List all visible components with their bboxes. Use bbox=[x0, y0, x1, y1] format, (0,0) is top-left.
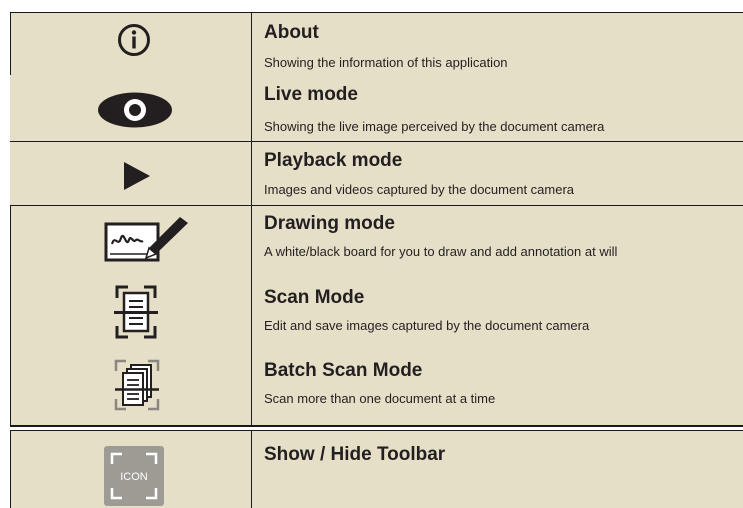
live-mode-row[interactable]: Live mode Showing the live image perceiv… bbox=[10, 75, 743, 141]
item-title: Scan Mode bbox=[264, 287, 365, 308]
item-description: A white/black board for you to draw and … bbox=[264, 244, 618, 259]
scan-mode-icon-cell bbox=[10, 272, 251, 347]
playback-mode-icon-cell bbox=[10, 142, 251, 205]
toolbar-placeholder-icon: ICON bbox=[104, 446, 164, 506]
item-description: Scan more than one document at a time bbox=[264, 391, 496, 406]
item-title: Batch Scan Mode bbox=[264, 360, 423, 381]
eye-icon bbox=[98, 92, 172, 128]
about-row[interactable]: About Showing the information of this ap… bbox=[10, 13, 743, 75]
mode-table: About Showing the information of this ap… bbox=[10, 12, 743, 427]
batch-scan-mode-row[interactable]: Batch Scan Mode Scan more than one docum… bbox=[10, 347, 743, 425]
info-icon bbox=[118, 24, 150, 56]
about-icon-cell bbox=[10, 13, 251, 75]
item-description: Showing the live image perceived by the … bbox=[264, 119, 605, 134]
batch-scan-icon bbox=[114, 359, 160, 411]
live-mode-icon-cell bbox=[10, 75, 251, 141]
scan-document-icon bbox=[114, 285, 158, 339]
show-hide-toolbar-row[interactable]: ICON Show / Hide Toolbar bbox=[10, 431, 743, 508]
item-title: About bbox=[264, 22, 319, 43]
drawing-mode-icon-cell bbox=[10, 206, 251, 272]
item-title: Show / Hide Toolbar bbox=[264, 444, 446, 465]
item-description: Images and videos captured by the docume… bbox=[264, 182, 575, 197]
drawing-mode-row[interactable]: Drawing mode A white/black board for you… bbox=[10, 206, 743, 272]
playback-mode-row[interactable]: Playback mode Images and videos captured… bbox=[10, 142, 743, 205]
item-description: Showing the information of this applicat… bbox=[264, 55, 508, 70]
toolbar-table: ICON Show / Hide Toolbar bbox=[10, 430, 743, 508]
scan-mode-row[interactable]: Scan Mode Edit and save images captured … bbox=[10, 272, 743, 347]
batch-scan-mode-icon-cell bbox=[10, 347, 251, 425]
icon-placeholder-label: ICON bbox=[120, 471, 148, 483]
toolbar-icon-cell: ICON bbox=[10, 431, 251, 508]
play-icon bbox=[124, 162, 150, 190]
item-title: Drawing mode bbox=[264, 213, 395, 234]
item-description: Edit and save images captured by the doc… bbox=[264, 318, 590, 333]
item-title: Playback mode bbox=[264, 150, 403, 171]
item-title: Live mode bbox=[264, 84, 358, 105]
pen-signature-icon bbox=[104, 217, 188, 262]
